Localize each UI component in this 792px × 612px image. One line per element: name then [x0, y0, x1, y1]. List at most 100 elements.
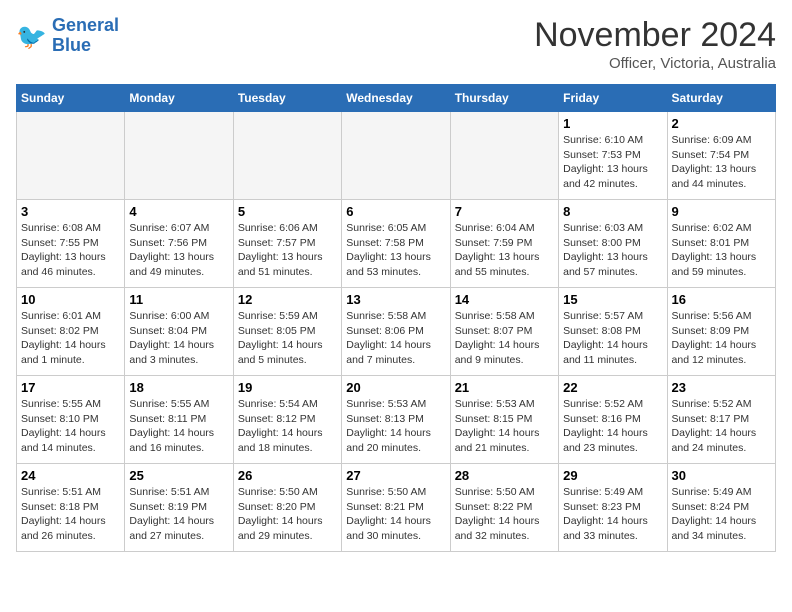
day-cell: 18 Sunrise: 5:55 AM Sunset: 8:11 PM Dayli… [125, 376, 233, 464]
day-cell: 30Sunrise: 5:49 AM Sunset: 8:24 PM Dayli… [667, 464, 775, 552]
weekday-wednesday: Wednesday [342, 85, 450, 112]
day-info: Sunrise: 5:58 AM Sunset: 8:06 PM Dayligh… [346, 309, 445, 368]
day-info: Sunrise: 5:51 AM Sunset: 8:18 PM Dayligh… [21, 485, 120, 544]
day-number: 6 [346, 204, 445, 219]
day-cell: 11 Sunrise: 6:00 AM Sunset: 8:04 PM Dayli… [125, 288, 233, 376]
week-row-0: 1 Sunrise: 6:10 AM Sunset: 7:53 PM Daylig… [17, 112, 776, 200]
day-number: 19 [238, 380, 337, 395]
title-block: November 2024 Officer, Victoria, Austral… [534, 16, 776, 72]
day-info: Sunrise: 5:52 AM Sunset: 8:17 PM Dayligh… [672, 397, 771, 456]
logo-icon: 🐦 [16, 20, 48, 52]
day-number: 11 [129, 292, 228, 307]
day-number: 14 [455, 292, 554, 307]
day-info: Sunrise: 6:02 AM Sunset: 8:01 PM Dayligh… [672, 221, 771, 280]
logo-general: General [52, 15, 119, 35]
day-number: 16 [672, 292, 771, 307]
day-info: Sunrise: 5:55 AM Sunset: 8:10 PM Dayligh… [21, 397, 120, 456]
weekday-friday: Friday [559, 85, 667, 112]
day-info: Sunrise: 6:00 AM Sunset: 8:04 PM Dayligh… [129, 309, 228, 368]
day-info: Sunrise: 6:06 AM Sunset: 7:57 PM Dayligh… [238, 221, 337, 280]
day-info: Sunrise: 5:57 AM Sunset: 8:08 PM Dayligh… [563, 309, 662, 368]
day-info: Sunrise: 6:09 AM Sunset: 7:54 PM Dayligh… [672, 133, 771, 192]
day-number: 2 [672, 116, 771, 131]
day-number: 13 [346, 292, 445, 307]
day-cell: 2 Sunrise: 6:09 AM Sunset: 7:54 PM Daylig… [667, 112, 775, 200]
day-info: Sunrise: 6:10 AM Sunset: 7:53 PM Dayligh… [563, 133, 662, 192]
day-cell: 20Sunrise: 5:53 AM Sunset: 8:13 PM Dayli… [342, 376, 450, 464]
day-cell: 1 Sunrise: 6:10 AM Sunset: 7:53 PM Daylig… [559, 112, 667, 200]
weekday-tuesday: Tuesday [233, 85, 341, 112]
day-number: 1 [563, 116, 662, 131]
day-number: 7 [455, 204, 554, 219]
weekday-thursday: Thursday [450, 85, 558, 112]
calendar-table: SundayMondayTuesdayWednesdayThursdayFrid… [16, 84, 776, 552]
day-cell: 17Sunrise: 5:55 AM Sunset: 8:10 PM Dayli… [17, 376, 125, 464]
svg-text:🐦: 🐦 [16, 23, 47, 51]
weekday-header-row: SundayMondayTuesdayWednesdayThursdayFrid… [17, 85, 776, 112]
day-cell [233, 112, 341, 200]
week-row-1: 3Sunrise: 6:08 AM Sunset: 7:55 PM Daylig… [17, 200, 776, 288]
day-cell: 26Sunrise: 5:50 AM Sunset: 8:20 PM Dayli… [233, 464, 341, 552]
day-cell: 21 Sunrise: 5:53 AM Sunset: 8:15 PM Dayli… [450, 376, 558, 464]
day-cell: 6 Sunrise: 6:05 AM Sunset: 7:58 PM Daylig… [342, 200, 450, 288]
day-number: 30 [672, 468, 771, 483]
page-header: 🐦 General Blue November 2024 Officer, Vi… [16, 16, 776, 72]
day-number: 18 [129, 380, 228, 395]
day-cell [125, 112, 233, 200]
day-info: Sunrise: 6:01 AM Sunset: 8:02 PM Dayligh… [21, 309, 120, 368]
week-row-3: 17Sunrise: 5:55 AM Sunset: 8:10 PM Dayli… [17, 376, 776, 464]
day-cell: 8Sunrise: 6:03 AM Sunset: 8:00 PM Daylig… [559, 200, 667, 288]
weekday-sunday: Sunday [17, 85, 125, 112]
day-number: 4 [129, 204, 228, 219]
day-info: Sunrise: 6:07 AM Sunset: 7:56 PM Dayligh… [129, 221, 228, 280]
day-cell: 19 Sunrise: 5:54 AM Sunset: 8:12 PM Dayli… [233, 376, 341, 464]
day-cell: 10 Sunrise: 6:01 AM Sunset: 8:02 PM Dayli… [17, 288, 125, 376]
day-info: Sunrise: 5:55 AM Sunset: 8:11 PM Dayligh… [129, 397, 228, 456]
day-cell: 28 Sunrise: 5:50 AM Sunset: 8:22 PM Dayli… [450, 464, 558, 552]
day-cell: 22Sunrise: 5:52 AM Sunset: 8:16 PM Dayli… [559, 376, 667, 464]
logo-text: General Blue [52, 16, 119, 56]
day-cell: 25Sunrise: 5:51 AM Sunset: 8:19 PM Dayli… [125, 464, 233, 552]
day-cell [342, 112, 450, 200]
day-number: 25 [129, 468, 228, 483]
day-number: 29 [563, 468, 662, 483]
day-number: 28 [455, 468, 554, 483]
day-cell: 15 Sunrise: 5:57 AM Sunset: 8:08 PM Dayli… [559, 288, 667, 376]
day-cell: 24Sunrise: 5:51 AM Sunset: 8:18 PM Dayli… [17, 464, 125, 552]
day-number: 10 [21, 292, 120, 307]
day-cell: 5 Sunrise: 6:06 AM Sunset: 7:57 PM Daylig… [233, 200, 341, 288]
day-info: Sunrise: 5:56 AM Sunset: 8:09 PM Dayligh… [672, 309, 771, 368]
calendar-body: 1 Sunrise: 6:10 AM Sunset: 7:53 PM Daylig… [17, 112, 776, 552]
day-cell: 4 Sunrise: 6:07 AM Sunset: 7:56 PM Daylig… [125, 200, 233, 288]
day-cell: 27 Sunrise: 5:50 AM Sunset: 8:21 PM Dayli… [342, 464, 450, 552]
day-info: Sunrise: 5:50 AM Sunset: 8:22 PM Dayligh… [455, 485, 554, 544]
day-number: 5 [238, 204, 337, 219]
week-row-2: 10 Sunrise: 6:01 AM Sunset: 8:02 PM Dayli… [17, 288, 776, 376]
day-number: 8 [563, 204, 662, 219]
day-number: 9 [672, 204, 771, 219]
weekday-saturday: Saturday [667, 85, 775, 112]
day-info: Sunrise: 5:58 AM Sunset: 8:07 PM Dayligh… [455, 309, 554, 368]
day-info: Sunrise: 5:53 AM Sunset: 8:15 PM Dayligh… [455, 397, 554, 456]
day-cell: 13 Sunrise: 5:58 AM Sunset: 8:06 PM Dayli… [342, 288, 450, 376]
day-cell: 9 Sunrise: 6:02 AM Sunset: 8:01 PM Daylig… [667, 200, 775, 288]
weekday-monday: Monday [125, 85, 233, 112]
day-info: Sunrise: 5:50 AM Sunset: 8:21 PM Dayligh… [346, 485, 445, 544]
day-cell: 16 Sunrise: 5:56 AM Sunset: 8:09 PM Dayli… [667, 288, 775, 376]
day-number: 21 [455, 380, 554, 395]
logo: 🐦 General Blue [16, 16, 119, 56]
day-number: 27 [346, 468, 445, 483]
day-cell: 14 Sunrise: 5:58 AM Sunset: 8:07 PM Dayli… [450, 288, 558, 376]
day-info: Sunrise: 6:05 AM Sunset: 7:58 PM Dayligh… [346, 221, 445, 280]
day-cell [17, 112, 125, 200]
day-cell: 3Sunrise: 6:08 AM Sunset: 7:55 PM Daylig… [17, 200, 125, 288]
location-subtitle: Officer, Victoria, Australia [534, 55, 776, 72]
day-info: Sunrise: 5:49 AM Sunset: 8:23 PM Dayligh… [563, 485, 662, 544]
day-number: 15 [563, 292, 662, 307]
day-number: 23 [672, 380, 771, 395]
week-row-4: 24Sunrise: 5:51 AM Sunset: 8:18 PM Dayli… [17, 464, 776, 552]
day-info: Sunrise: 5:54 AM Sunset: 8:12 PM Dayligh… [238, 397, 337, 456]
day-number: 12 [238, 292, 337, 307]
month-title: November 2024 [534, 16, 776, 55]
day-cell [450, 112, 558, 200]
